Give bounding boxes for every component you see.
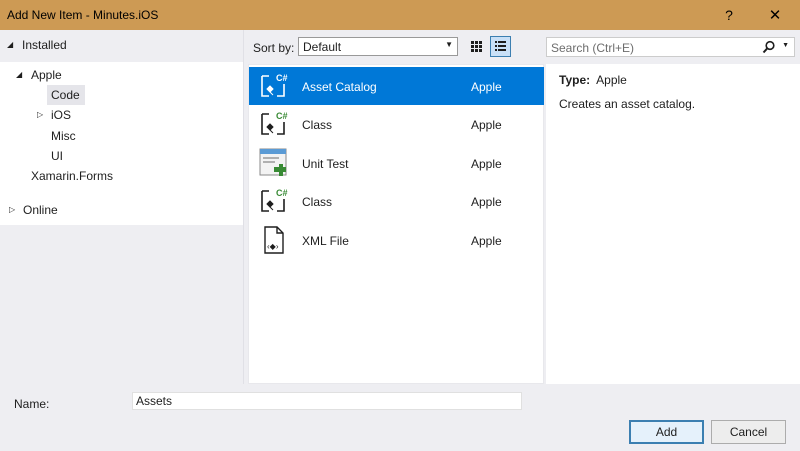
tree-item-apple[interactable]: Apple <box>31 65 62 85</box>
template-list: C# Asset Catalog Apple C# Class Apple Un… <box>248 64 544 384</box>
svg-text:C#: C# <box>276 73 288 83</box>
template-name: Asset Catalog <box>302 80 377 94</box>
apple-expanded-icon[interactable]: ◢ <box>16 65 22 85</box>
template-category: Apple <box>471 118 502 132</box>
sort-value: Default <box>303 40 342 54</box>
csharp-code-icon: C# <box>261 73 288 97</box>
tree-item-xamarin-forms[interactable]: Xamarin.Forms <box>31 166 113 186</box>
title-bar: Add New Item - Minutes.iOS ? ✕ <box>0 0 800 30</box>
small-icons-view-button[interactable] <box>466 36 487 57</box>
template-name: Class <box>302 195 333 209</box>
template-row-asset-catalog[interactable]: C# Asset Catalog Apple <box>249 67 544 105</box>
search-options-chevron-icon[interactable]: ▼ <box>782 42 789 49</box>
template-description: Creates an asset catalog. <box>559 97 696 111</box>
search-input[interactable]: Search (Ctrl+E) ▼ <box>546 37 795 57</box>
svg-text:‹◆›: ‹◆› <box>267 242 279 251</box>
toolbar: Sort by: Default ▼ Search (Ctrl+E) ▼ <box>248 30 800 64</box>
details-pane: Type: Apple Creates an asset catalog. <box>546 64 800 384</box>
search-icon[interactable] <box>762 40 776 54</box>
svg-text:C#: C# <box>276 111 288 121</box>
tree-item-online[interactable]: Online <box>23 200 58 220</box>
csharp-code-icon: C# <box>261 111 288 135</box>
template-row-class[interactable]: C# Class Apple <box>249 105 544 143</box>
installed-expanded-icon[interactable]: ◢ <box>7 35 13 55</box>
template-name: XML File <box>302 234 349 248</box>
unit-test-icon <box>259 148 287 176</box>
type-label: Type: <box>559 73 591 87</box>
chevron-down-icon: ▼ <box>445 40 453 49</box>
template-category: Apple <box>471 157 502 171</box>
template-row-unit-test[interactable]: Unit Test Apple <box>249 144 544 182</box>
tree-item-ios[interactable]: iOS <box>51 105 71 125</box>
tree-item-ui[interactable]: UI <box>51 146 63 166</box>
svg-text:C#: C# <box>276 188 288 198</box>
cancel-button[interactable]: Cancel <box>711 420 786 444</box>
xml-file-icon: ‹◆› <box>264 226 284 254</box>
close-button[interactable]: ✕ <box>753 0 797 30</box>
template-category: Apple <box>471 234 502 248</box>
ios-collapsed-icon[interactable]: ▷ <box>37 105 43 125</box>
type-value: Apple <box>596 73 627 87</box>
csharp-code-icon: C# <box>261 188 288 212</box>
template-category: Apple <box>471 195 502 209</box>
footer: Name: Add Cancel <box>0 384 800 451</box>
grid-view-icon <box>471 41 482 52</box>
sort-label: Sort by: <box>253 41 295 55</box>
template-category: Apple <box>471 80 502 94</box>
name-label: Name: <box>14 397 50 411</box>
tree-item-installed[interactable]: Installed <box>22 35 67 55</box>
add-button[interactable]: Add <box>629 420 704 444</box>
template-row-xml-file[interactable]: ‹◆› XML File Apple <box>249 221 544 259</box>
list-view-icon <box>495 41 506 51</box>
sort-dropdown[interactable]: Default ▼ <box>298 37 458 56</box>
template-name: Unit Test <box>302 157 349 171</box>
online-collapsed-icon[interactable]: ▷ <box>9 200 15 220</box>
search-placeholder: Search (Ctrl+E) <box>551 41 635 55</box>
details-view-button[interactable] <box>490 36 511 57</box>
name-field[interactable] <box>132 392 522 410</box>
template-row-class[interactable]: C# Class Apple <box>249 182 544 220</box>
window-title: Add New Item - Minutes.iOS <box>7 8 159 22</box>
help-button[interactable]: ? <box>707 0 751 30</box>
tree-item-code[interactable]: Code <box>47 85 85 105</box>
category-pane: ◢ Installed ◢ Apple Code ▷ iOS Misc UI X… <box>0 30 244 384</box>
template-name: Class <box>302 118 333 132</box>
tree-item-misc[interactable]: Misc <box>51 126 76 146</box>
template-type: Type: Apple <box>559 73 627 87</box>
